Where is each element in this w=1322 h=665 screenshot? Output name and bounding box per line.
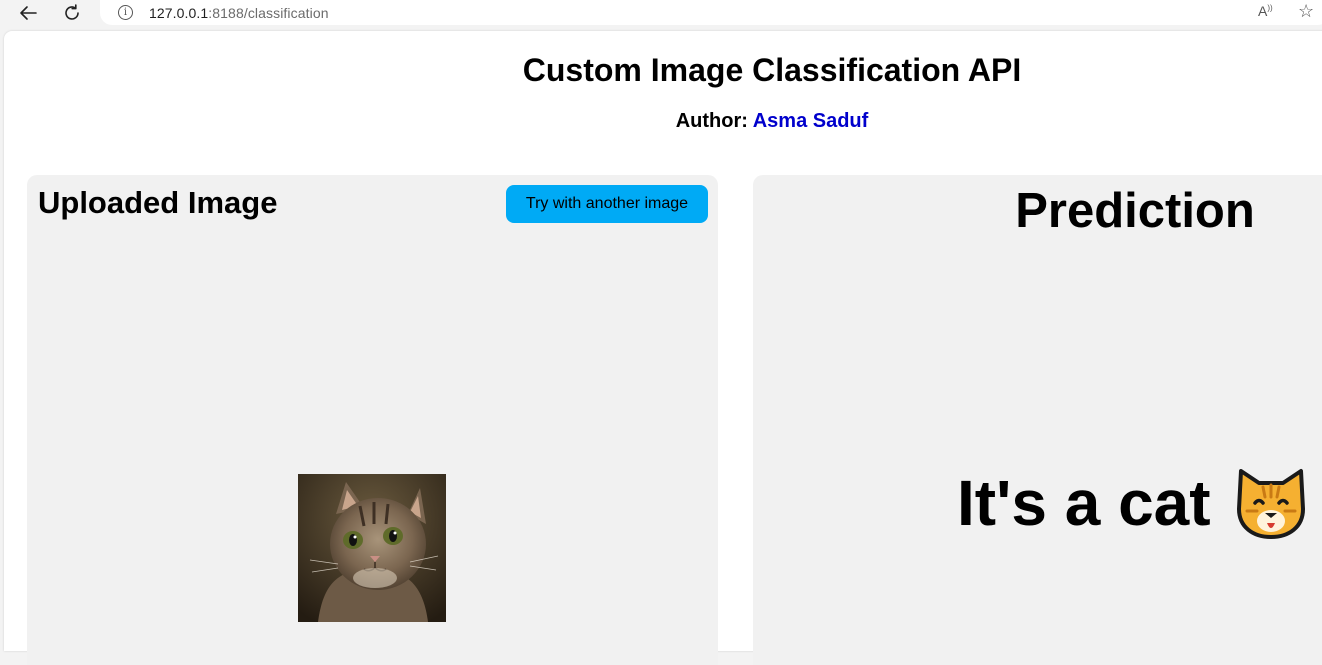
prediction-title: Prediction	[1015, 184, 1255, 238]
author-label: Author:	[675, 110, 748, 132]
uploaded-image-title: Uploaded Image	[38, 185, 278, 220]
prediction-result-text: It's a cat	[957, 467, 1211, 539]
browser-toolbar: i 127.0.0.1:8188/classification A)) ☆	[0, 0, 1322, 28]
author-name-link[interactable]: Asma Saduf	[753, 110, 869, 132]
reload-button[interactable]	[60, 2, 84, 24]
prediction-result: It's a cat	[957, 465, 1309, 541]
reload-icon	[65, 4, 79, 20]
read-aloud-icon[interactable]: A))	[1258, 3, 1273, 19]
page-content: Custom Image Classification API Author: …	[4, 31, 1322, 665]
prediction-panel: Prediction It's a cat	[753, 175, 1322, 665]
try-another-image-button[interactable]: Try with another image	[506, 185, 708, 223]
url-host: 127.0.0.1	[149, 5, 209, 21]
author-line: Author: Asma Saduf	[4, 110, 1322, 133]
uploaded-image-panel: Uploaded Image Try with another image	[27, 175, 718, 665]
back-arrow-icon	[20, 6, 37, 20]
url-text[interactable]: 127.0.0.1:8188/classification	[149, 5, 329, 21]
address-bar[interactable]: i 127.0.0.1:8188/classification A)) ☆	[100, 0, 1322, 25]
uploaded-cat-image	[298, 474, 446, 622]
star-icon[interactable]: ☆	[1298, 1, 1314, 22]
cat-face-emoji-icon	[1236, 469, 1305, 539]
url-path: :8188/classification	[208, 5, 329, 21]
back-button[interactable]	[16, 2, 40, 24]
info-icon[interactable]: i	[118, 5, 133, 20]
page-title: Custom Image Classification API	[522, 52, 1022, 88]
